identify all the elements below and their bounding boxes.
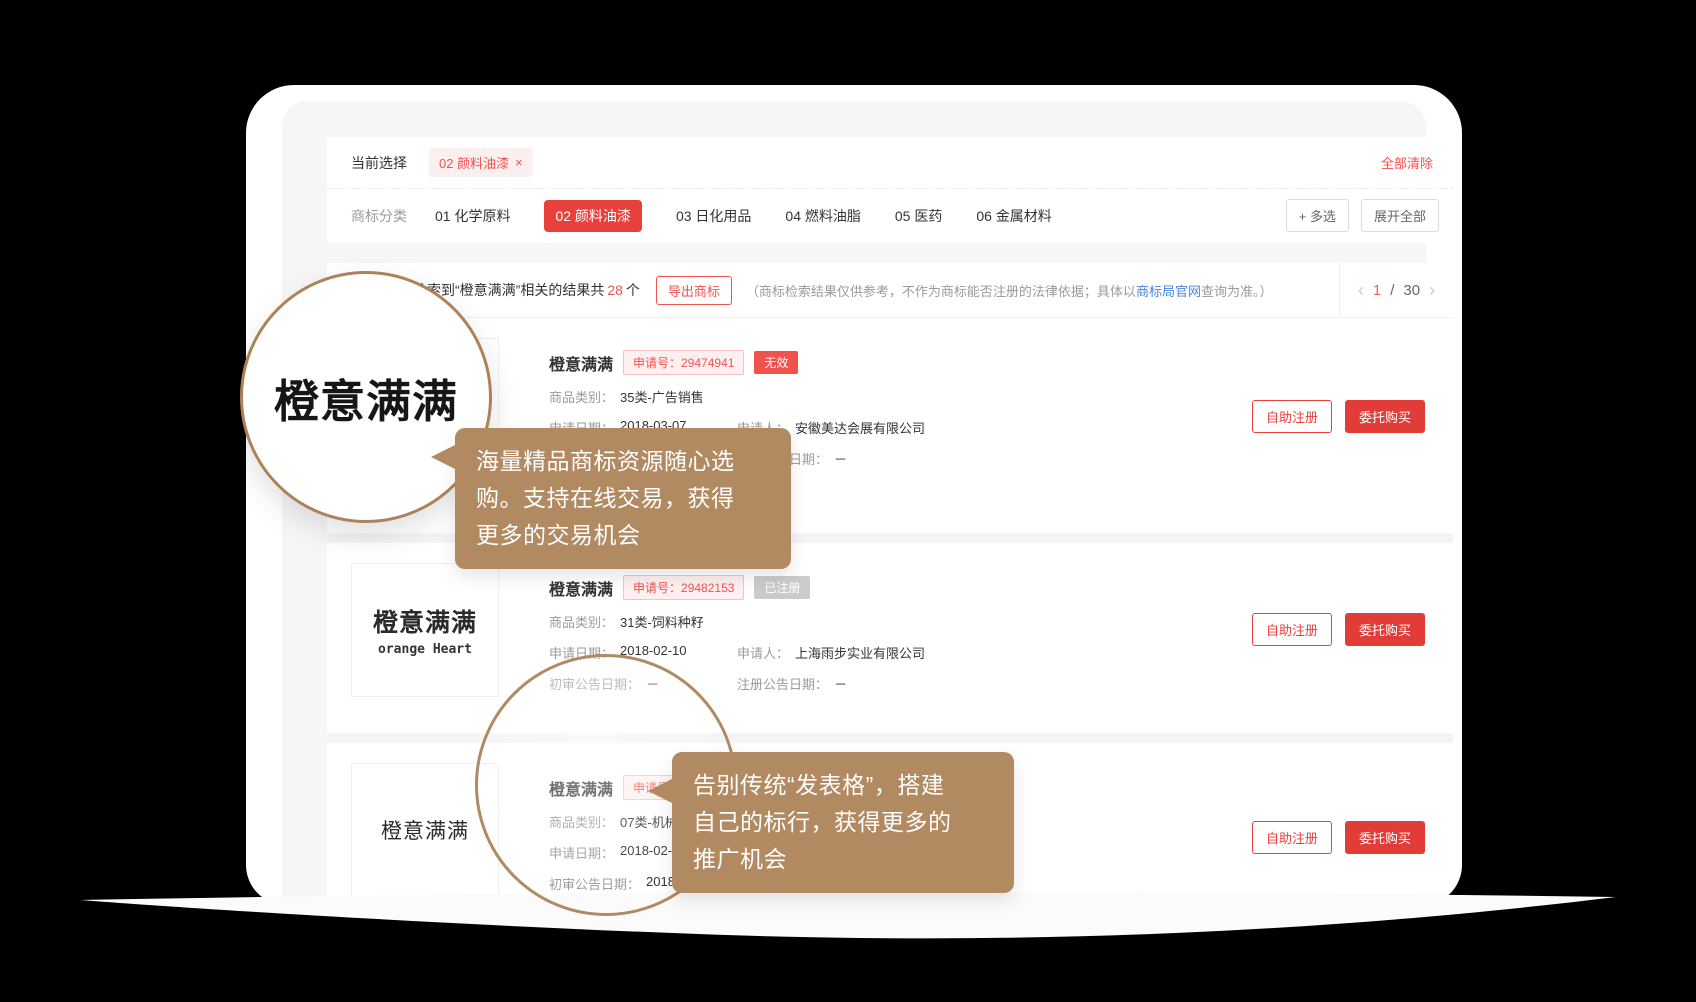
reg-publication-value: － bbox=[834, 449, 847, 468]
category-item-03[interactable]: 03 日化用品 bbox=[676, 206, 751, 226]
status-badge-registered: 已注册 bbox=[754, 576, 810, 599]
disclaimer-text: （商标检索结果仅供参考，不作为商标能否注册的法律依据；具体以 bbox=[746, 284, 1136, 299]
application-number-value: 29482153 bbox=[681, 581, 734, 595]
page-total: 30 bbox=[1403, 282, 1420, 299]
category-item-06[interactable]: 06 金属材料 bbox=[976, 206, 1051, 226]
category-item-04[interactable]: 04 燃料油脂 bbox=[785, 206, 860, 226]
goods-category-value: 35类-广告销售 bbox=[620, 387, 704, 406]
application-number-value: 29474941 bbox=[681, 356, 734, 370]
self-register-button[interactable]: 自助注册 bbox=[1252, 821, 1332, 854]
current-selection-row: 当前选择 02 颜料油漆 × 全部清除 bbox=[327, 137, 1453, 189]
page-prev-icon[interactable]: ‹ bbox=[1358, 280, 1364, 301]
results-count: 28 bbox=[607, 282, 623, 298]
category-list: 01 化学原料 02 颜料油漆 03 日化用品 04 燃料油脂 05 医药 06… bbox=[435, 200, 1052, 232]
current-selection-label: 当前选择 bbox=[351, 153, 407, 173]
application-number-label: 申请号： bbox=[633, 581, 681, 595]
multi-select-button[interactable]: + 多选 bbox=[1286, 199, 1349, 232]
self-register-button[interactable]: 自助注册 bbox=[1252, 400, 1332, 433]
category-item-02-active[interactable]: 02 颜料油漆 bbox=[544, 200, 641, 232]
self-register-button[interactable]: 自助注册 bbox=[1252, 613, 1332, 646]
trademark-image-2[interactable]: 橙意满满 orange Heart bbox=[351, 563, 499, 697]
chip-close-icon[interactable]: × bbox=[515, 155, 523, 170]
application-number-tag: 申请号：29482153 bbox=[623, 575, 744, 600]
entrust-purchase-button[interactable]: 委托购买 bbox=[1345, 613, 1425, 646]
callout-bubble-promotion: 告别传统“发表格”，搭建 自己的标行，获得更多的 推广机会 bbox=[672, 752, 1014, 893]
result-row-2: 橙意满满 orange Heart 橙意满满 申请号：29482153 已注册 … bbox=[327, 543, 1453, 733]
goods-category-label: 商品类别： bbox=[549, 387, 614, 406]
clear-all-link[interactable]: 全部清除 bbox=[1381, 153, 1433, 172]
selected-filter-chip[interactable]: 02 颜料油漆 × bbox=[429, 148, 533, 177]
category-actions: + 多选 展开全部 bbox=[1286, 199, 1439, 232]
page-current: 1 bbox=[1373, 282, 1381, 299]
applicant-value: 上海雨步实业有限公司 bbox=[795, 643, 925, 662]
category-item-01[interactable]: 01 化学原料 bbox=[435, 206, 510, 226]
goods-category-label: 商品类别： bbox=[549, 612, 614, 631]
trademark-office-link[interactable]: 商标局官网 bbox=[1136, 284, 1201, 299]
results-disclaimer: （商标检索结果仅供参考，不作为商标能否注册的法律依据；具体以商标局官网查询为准。… bbox=[746, 281, 1273, 300]
results-count-unit: 个 bbox=[626, 282, 640, 298]
expand-all-button[interactable]: 展开全部 bbox=[1361, 199, 1439, 232]
trademark-name: 橙意满满 bbox=[549, 576, 613, 600]
category-item-05[interactable]: 05 医药 bbox=[895, 206, 942, 226]
disclaimer-suffix: 查询为准。） bbox=[1201, 284, 1273, 299]
status-badge-invalid: 无效 bbox=[754, 351, 798, 374]
page-separator: / bbox=[1390, 282, 1394, 299]
pagination: ‹ 1 / 30 › bbox=[1339, 263, 1453, 318]
category-row: 商标分类 01 化学原料 02 颜料油漆 03 日化用品 04 燃料油脂 05 … bbox=[327, 189, 1453, 242]
results-header: 当前分类下检索到“橙意满满”相关的结果共28个 导出商标 （商标检索结果仅供参考… bbox=[327, 263, 1453, 318]
application-number-label: 申请号： bbox=[633, 356, 681, 370]
applicant-label: 申请人： bbox=[737, 643, 789, 662]
trademark-image-subtext: orange Heart bbox=[378, 642, 472, 657]
trademark-image-text: 橙意满满 bbox=[373, 603, 477, 639]
page-next-icon[interactable]: › bbox=[1429, 280, 1435, 301]
entrust-purchase-button[interactable]: 委托购买 bbox=[1345, 400, 1425, 433]
export-trademark-button[interactable]: 导出商标 bbox=[656, 276, 732, 305]
selected-filter-chip-label: 02 颜料油漆 bbox=[439, 153, 509, 172]
bottom-swoosh-decoration bbox=[58, 884, 1638, 980]
callout-bubble-marketplace: 海量精品商标资源随心选 购。支持在线交易，获得 更多的交易机会 bbox=[455, 428, 791, 569]
goods-category-value: 31类-饲料种籽 bbox=[620, 612, 704, 631]
reg-publication-value: － bbox=[834, 674, 847, 693]
reg-publication-label: 注册公告日期： bbox=[737, 674, 828, 693]
trademark-name: 橙意满满 bbox=[549, 351, 613, 375]
category-row-label: 商标分类 bbox=[351, 206, 407, 226]
applicant-value: 安徽美达会展有限公司 bbox=[795, 418, 925, 437]
magnified-trademark-text: 橙意满满 bbox=[274, 365, 458, 430]
filter-card: 当前选择 02 颜料油漆 × 全部清除 商标分类 01 化学原料 02 颜料油漆… bbox=[327, 137, 1453, 243]
entrust-purchase-button[interactable]: 委托购买 bbox=[1345, 821, 1425, 854]
application-number-tag: 申请号：29474941 bbox=[623, 350, 744, 375]
trademark-image-text: 橙意满满 bbox=[381, 815, 469, 845]
